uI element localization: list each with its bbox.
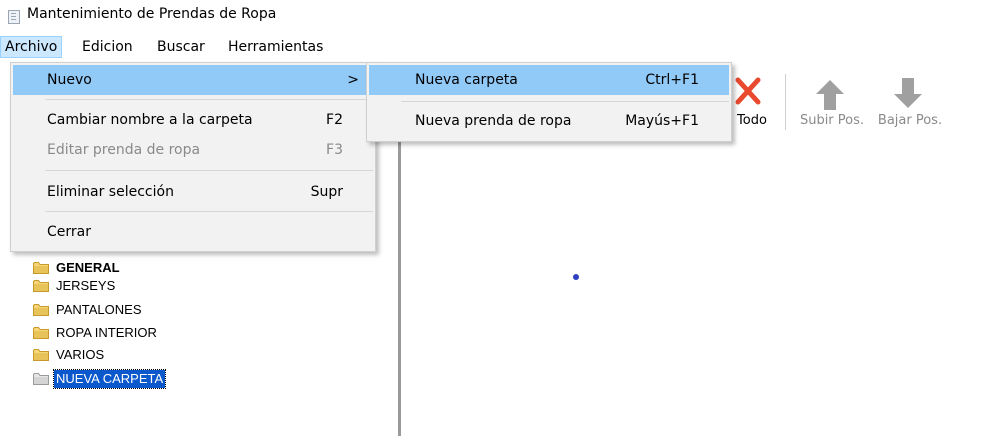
folder-icon	[33, 304, 49, 316]
menu-item-eliminar[interactable]: Eliminar selección Supr	[13, 177, 373, 207]
folder-icon	[33, 280, 49, 292]
arrow-up-icon	[816, 80, 844, 110]
folder-icon	[33, 373, 49, 385]
menu-herramientas[interactable]: Herramientas	[224, 37, 327, 57]
menu-item-cambiar-nombre[interactable]: Cambiar nombre a la carpeta F2	[13, 105, 373, 135]
mouse-dot	[573, 274, 579, 280]
menu-item-nueva-carpeta[interactable]: Nueva carpeta Ctrl+F1	[369, 65, 729, 95]
menu-bar: Archivo Edicion Buscar Herramientas	[0, 34, 999, 58]
toolbar-separator	[785, 74, 786, 130]
menu-item-nuevo[interactable]: Nuevo >	[13, 65, 373, 95]
delete-all-button[interactable]: Todo	[728, 72, 776, 134]
window-title: Mantenimiento de Prendas de Ropa	[27, 6, 277, 22]
menu-edicion[interactable]: Edicion	[78, 37, 137, 57]
app-icon	[8, 10, 20, 24]
submenu-arrow-icon: >	[347, 72, 359, 88]
menu-separator	[45, 211, 373, 212]
move-down-button[interactable]: Bajar Pos.	[870, 72, 950, 134]
menu-item-nueva-prenda[interactable]: Nueva prenda de ropa Mayús+F1	[369, 106, 729, 136]
menu-item-editar-prenda: Editar prenda de ropa F3	[47, 142, 343, 158]
nuevo-submenu: Nueva carpeta Ctrl+F1 Nueva prenda de ro…	[366, 62, 732, 142]
menu-separator	[45, 170, 373, 171]
menu-item-cerrar[interactable]: Cerrar	[13, 217, 373, 247]
menu-separator	[45, 99, 373, 100]
menu-buscar[interactable]: Buscar	[153, 37, 209, 57]
bajar-label: Bajar Pos.	[877, 113, 943, 128]
title-bar: Mantenimiento de Prendas de Ropa	[0, 0, 999, 30]
archivo-menu: Nuevo > Cambiar nombre a la carpeta F2 E…	[10, 62, 376, 252]
menu-archivo[interactable]: Archivo	[0, 36, 63, 58]
delete-x-icon	[735, 77, 761, 105]
todo-label: Todo	[737, 113, 767, 128]
arrow-down-icon	[894, 78, 922, 108]
folder-icon	[33, 349, 49, 361]
subir-label: Subir Pos.	[799, 113, 865, 128]
menu-separator	[401, 101, 729, 102]
folder-icon	[33, 327, 49, 339]
detail-pane	[401, 140, 999, 436]
move-up-button[interactable]: Subir Pos.	[792, 72, 872, 134]
folder-icon	[33, 262, 49, 274]
